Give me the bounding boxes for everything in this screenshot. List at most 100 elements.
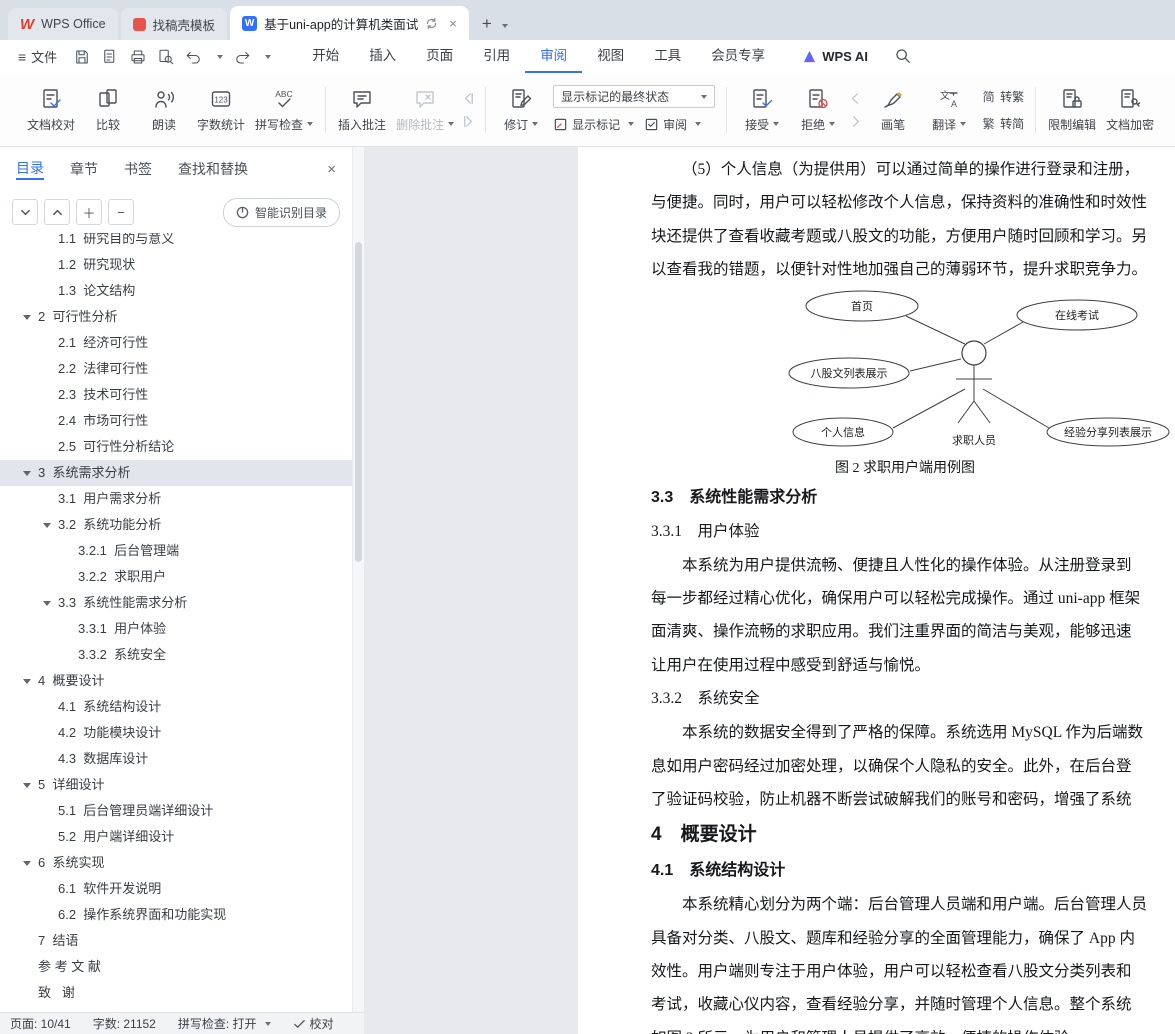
tab-find-replace[interactable]: 查找和替换 [178,159,248,179]
print-preview-icon[interactable] [157,48,175,66]
undo-chevron-icon[interactable] [217,54,224,59]
toc-item[interactable]: 3.3 系统性能需求分析 [0,590,352,616]
expand-arrow-icon[interactable] [23,679,31,684]
collapse-all-button[interactable] [12,199,38,225]
translate-button[interactable]: 文 A 翻译 [921,83,977,137]
spell-check-indicator[interactable]: 拼写检查: 打开 [178,1015,271,1032]
toc-item[interactable]: 4.1 系统结构设计 [0,694,352,720]
menu-tab-会员专享[interactable]: 会员专享 [696,40,780,73]
toc-item[interactable]: 2.3 技术可行性 [0,382,352,408]
tab-close-icon[interactable]: × [449,16,457,31]
toc-item[interactable]: 5 详细设计 [0,772,352,798]
tab-active-document[interactable]: W 基于uni-app的计算机类面试 × [230,6,469,40]
expand-arrow-icon[interactable] [23,471,31,476]
clipped-ribbon-button[interactable] [1159,84,1175,135]
page-indicator[interactable]: 页面: 10/41 [10,1015,71,1032]
reject-button[interactable]: 拒绝 [790,83,846,137]
word-count-indicator[interactable]: 字数: 21152 [93,1015,156,1032]
toc-item[interactable]: 3 系统需求分析 [0,460,352,486]
previous-comment-icon[interactable] [461,91,476,106]
compare-button[interactable]: 比较 [80,83,136,137]
expand-arrow-icon[interactable] [23,315,31,320]
menu-tab-插入[interactable]: 插入 [354,40,411,73]
sidebar-scrollbar[interactable] [352,147,364,1012]
tab-wps-office[interactable]: W WPS Office [8,8,118,40]
menu-tab-开始[interactable]: 开始 [297,40,354,73]
toc-item[interactable]: 6.2 操作系统界面和功能实现 [0,902,352,928]
pen-button[interactable]: 画笔 [865,83,921,137]
toc-item[interactable]: 2.5 可行性分析结论 [0,434,352,460]
toc-item[interactable]: 4 概要设计 [0,668,352,694]
zoom-in-button[interactable]: ＋ [76,199,102,225]
tab-toc[interactable]: 目录 [16,158,44,180]
proofread-button[interactable]: 文档校对 [22,83,80,137]
tab-list-chevron-icon[interactable] [501,24,508,28]
export-icon[interactable] [101,48,119,66]
toc-item[interactable]: 3.2.1 后台管理端 [0,538,352,564]
restrict-editing-button[interactable]: 限制编辑 [1043,83,1101,137]
smart-recognize-toc-button[interactable]: 智能识别目录 [222,197,340,227]
expand-arrow-icon[interactable] [43,523,51,528]
to-traditional-button[interactable]: 简 转繁 [981,86,1025,106]
zoom-out-button[interactable]: − [108,199,134,225]
spell-check-button[interactable]: ABC 拼写检查 [250,83,318,137]
menu-tab-工具[interactable]: 工具 [639,40,696,73]
menu-tab-页面[interactable]: 页面 [411,40,468,73]
redo-icon[interactable] [233,48,251,66]
file-menu-button[interactable]: ≡ 文件 [10,47,65,66]
tab-docer-template[interactable]: 找稿壳模板 [120,8,228,40]
expand-arrow-icon[interactable] [23,783,31,788]
review-button[interactable]: 审阅 [644,114,702,134]
toc-item[interactable]: 1.2 研究现状 [0,252,352,278]
tab-bookmarks[interactable]: 书签 [124,159,152,179]
toc-item[interactable]: 3.3.2 系统安全 [0,642,352,668]
encrypt-document-button[interactable]: 文档加密 [1101,83,1159,137]
next-change-icon[interactable] [848,114,863,129]
toc-item[interactable]: 4.2 功能模块设计 [0,720,352,746]
markup-state-select[interactable]: 显示标记的最终状态 [553,85,716,108]
accept-button[interactable]: 接受 [734,83,790,137]
toc-item[interactable]: 5.2 用户端详细设计 [0,824,352,850]
new-tab-button[interactable]: + [482,14,492,34]
undo-icon[interactable] [185,48,203,66]
tab-chapters[interactable]: 章节 [70,159,98,179]
expand-all-button[interactable] [44,199,70,225]
close-sidebar-icon[interactable]: × [327,161,336,178]
toc-item[interactable]: 3.2 系统功能分析 [0,512,352,538]
next-comment-icon[interactable] [461,114,476,129]
toc-item[interactable]: 2 可行性分析 [0,304,352,330]
toc-item[interactable]: 3.2.2 求职用户 [0,564,352,590]
print-icon[interactable] [129,48,147,66]
wps-ai-button[interactable]: WPS AI [802,49,868,64]
toc-item[interactable]: 1.3 论文结构 [0,278,352,304]
toc-item[interactable]: 7 结语 [0,928,352,954]
toc-item[interactable]: 2.2 法律可行性 [0,356,352,382]
search-icon[interactable] [894,47,911,67]
redo-chevron-icon[interactable] [265,54,272,59]
save-icon[interactable] [73,48,91,66]
toc-item[interactable]: 3.3.1 用户体验 [0,616,352,642]
toc-item[interactable]: 2.4 市场可行性 [0,408,352,434]
toc-item[interactable]: 6.1 软件开发说明 [0,876,352,902]
word-count-button[interactable]: 123 字数统计 [192,83,250,137]
toc-item[interactable]: 3.1 用户需求分析 [0,486,352,512]
menu-tab-审阅[interactable]: 审阅 [525,40,582,73]
menu-tab-引用[interactable]: 引用 [468,40,525,73]
toc-item[interactable]: 6 系统实现 [0,850,352,876]
track-changes-button[interactable]: 修订 [493,83,549,137]
toc-item[interactable]: 5.1 后台管理员端详细设计 [0,798,352,824]
menu-tab-视图[interactable]: 视图 [582,40,639,73]
expand-arrow-icon[interactable] [23,861,31,866]
insert-comment-button[interactable]: 插入批注 [333,83,391,137]
toc-item[interactable]: 4.3 数据库设计 [0,746,352,772]
read-aloud-button[interactable]: 朗读 [136,83,192,137]
sidebar-scrollbar-thumb[interactable] [355,242,362,562]
expand-arrow-icon[interactable] [43,601,51,606]
proofread-status-button[interactable]: 校对 [293,1015,334,1032]
delete-comment-button[interactable]: 删除批注 [391,83,459,137]
toc-item[interactable]: 致 谢 [0,980,352,1006]
toc-item[interactable]: 1.1 研究目的与意义 [0,233,352,252]
previous-change-icon[interactable] [848,91,863,106]
toc-item[interactable]: 2.1 经济可行性 [0,330,352,356]
document-page[interactable]: （5）个人信息（为提供用）可以通过简单的操作进行登录和注册， 与便捷。同时，用户可… [578,147,1175,1034]
